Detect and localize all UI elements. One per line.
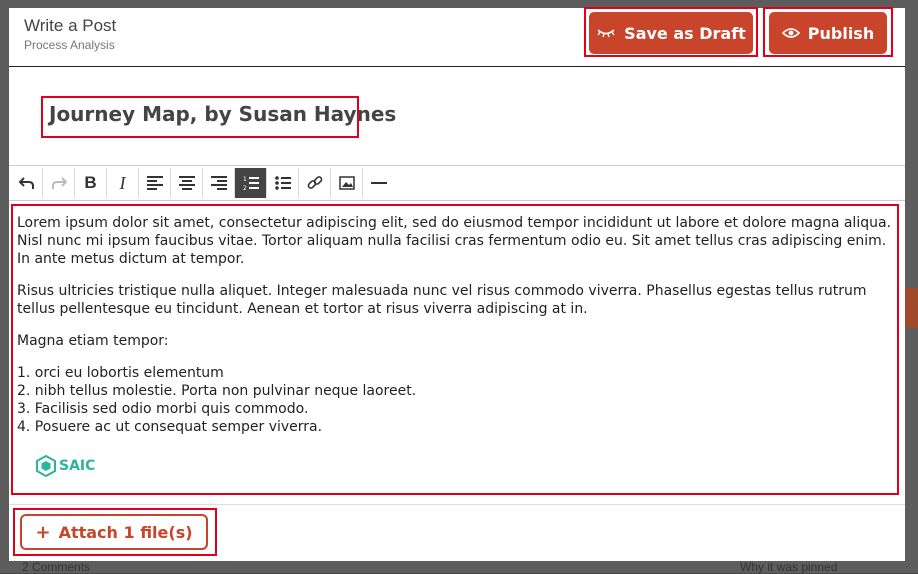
- background-accent: [904, 288, 918, 328]
- link-icon[interactable]: [299, 168, 331, 198]
- undo-icon[interactable]: [11, 168, 43, 198]
- highlight-attach: [13, 508, 217, 556]
- align-right-icon[interactable]: [203, 168, 235, 198]
- svg-text:2: 2: [243, 185, 247, 191]
- horizontal-rule-icon[interactable]: [363, 168, 395, 198]
- highlight-editor: [11, 204, 899, 495]
- background-comments: 2 Comments: [22, 560, 91, 574]
- svg-text:1: 1: [243, 176, 247, 183]
- write-post-modal: Write a Post Process Analysis Save as Dr…: [9, 7, 905, 561]
- modal-title: Write a Post: [24, 16, 117, 35]
- align-left-icon[interactable]: [139, 168, 171, 198]
- footer-divider: [9, 504, 905, 505]
- redo-icon[interactable]: [43, 168, 75, 198]
- bold-icon[interactable]: B: [75, 168, 107, 198]
- ordered-list-icon[interactable]: 12: [235, 168, 267, 198]
- unordered-list-icon[interactable]: [267, 168, 299, 198]
- modal-header: Write a Post Process Analysis Save as Dr…: [9, 7, 905, 67]
- highlight-save-draft: [584, 7, 758, 57]
- highlight-publish: [763, 7, 893, 57]
- align-center-icon[interactable]: [171, 168, 203, 198]
- highlight-post-title: [41, 96, 359, 138]
- editor-toolbar: B I 12: [9, 165, 905, 201]
- italic-icon[interactable]: I: [107, 168, 139, 198]
- modal-subtitle: Process Analysis: [24, 38, 115, 52]
- background-pinned: Why it was pinned: [740, 560, 838, 574]
- image-icon[interactable]: [331, 168, 363, 198]
